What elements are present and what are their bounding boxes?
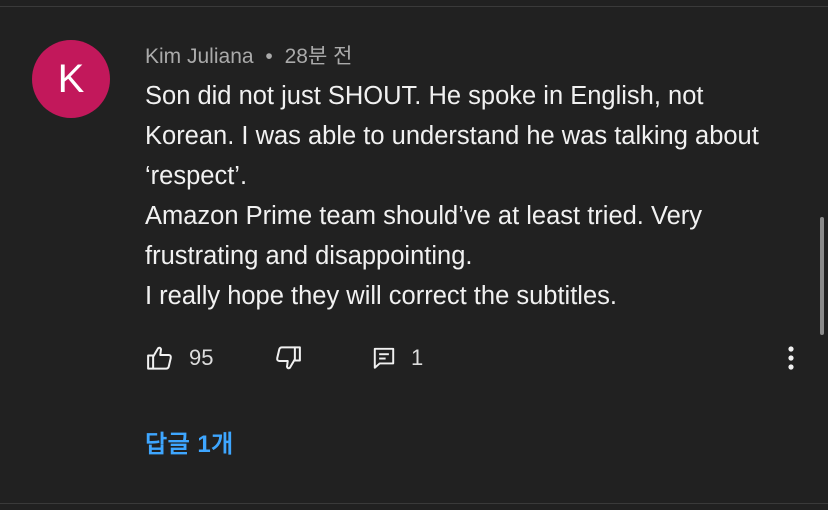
reply-button[interactable]: 1 [371,340,423,376]
top-divider [0,0,828,7]
avatar[interactable]: K [32,40,110,118]
comment-paragraph: Son did not just SHOUT. He spoke in Engl… [145,82,759,190]
comment-timestamp[interactable]: 28분 전 [285,45,353,68]
author-name[interactable]: Kim Juliana [145,45,254,68]
comment-paragraph: Amazon Prime team should’ve at least tri… [145,202,703,270]
avatar-letter: K [57,56,85,101]
thumbs-up-icon[interactable] [145,343,175,373]
reply-count: 1 [411,345,424,370]
like-button[interactable]: 95 [145,340,213,376]
bottom-divider [0,503,828,510]
comment-paragraph: I really hope they will correct the subt… [145,282,617,310]
scrollbar[interactable] [820,217,824,335]
comment-action-bar: 95 1 [145,340,805,376]
view-replies-link[interactable]: 답글 1개 [145,424,234,459]
comment-text: Son did not just SHOUT. He spoke in Engl… [145,76,785,316]
comment-header: Kim Juliana • 28분 전 [145,40,352,70]
thumbs-down-icon[interactable] [273,343,303,373]
dislike-button[interactable] [273,340,303,376]
comment-icon[interactable] [371,345,397,371]
like-count: 95 [189,345,214,370]
more-vertical-icon[interactable] [781,343,801,373]
header-separator: • [265,45,273,68]
more-options-button[interactable] [781,340,801,376]
